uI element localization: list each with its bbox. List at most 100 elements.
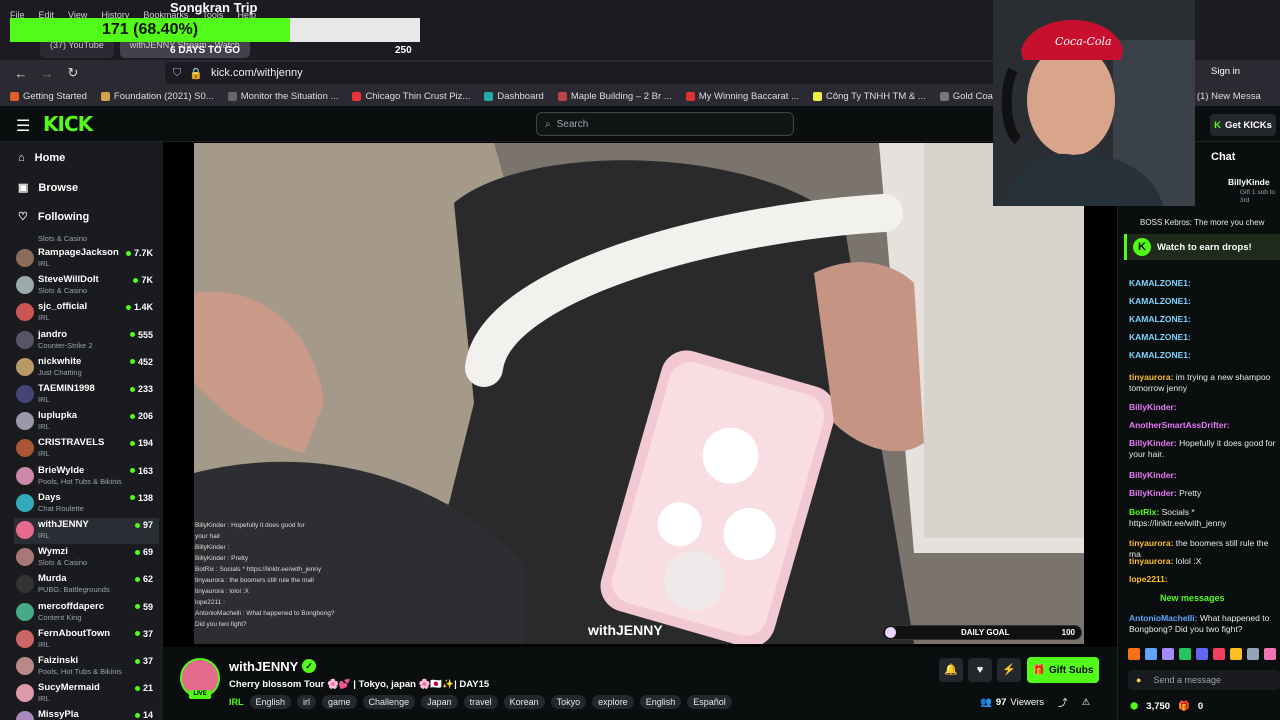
sidebar-channel[interactable]: SucyMermaid IRL 21 [14,681,159,707]
chat-username[interactable]: BillyKinder: [1129,488,1177,498]
bookmark-item[interactable]: (1) New Messa [1183,91,1261,102]
channel-viewers: 59 [134,602,153,612]
avatar [16,575,34,594]
emote-icon[interactable] [1162,648,1174,660]
stream-tag[interactable]: Español [687,695,732,709]
sidebar-channel[interactable]: TAEMIN1998 IRL 233 [14,382,159,408]
stream-tag[interactable]: irl [297,695,317,709]
chat-username[interactable]: tinyaurora: [1129,556,1173,566]
sidebar-item-browse[interactable]: ▣ Browse [18,181,78,195]
lightning-icon[interactable]: ⚡ [997,658,1021,682]
lock-icon[interactable]: 🔒 [189,67,203,80]
sidebar-channel[interactable]: mercoffdaperc Content King 59 [14,600,159,626]
chat-username[interactable]: KAMALZONE1: [1129,350,1191,360]
gift-icon[interactable]: 🎁 [1178,701,1190,712]
goal-progress-bar: 171 (68.40%) [10,18,420,42]
chat-username[interactable]: tinyaurora: [1129,372,1173,382]
category-link[interactable]: IRL [229,695,244,709]
stream-tag[interactable]: English [249,695,292,709]
stream-tag[interactable]: Korean [503,695,545,709]
chat-username[interactable]: KAMALZONE1: [1129,278,1191,288]
search-input[interactable]: ⌕ Search [536,112,794,136]
kick-logo[interactable]: KICK [43,112,93,136]
sidebar-channel[interactable]: jandro Counter-Strike 2 555 [14,328,159,354]
chat-username[interactable]: BillyKinder: [1129,438,1177,448]
chat-username[interactable]: KAMALZONE1: [1129,296,1191,306]
chat-message: KAMALZONE1: [1129,296,1280,307]
emoji-icon[interactable]: ● [1136,675,1141,685]
channel-viewers: 97 [134,520,153,530]
chat-message: BillyKinder: [1129,470,1280,481]
chat-input[interactable]: ● Send a message [1128,670,1280,690]
bell-icon[interactable]: 🔔 [939,658,963,682]
bookmark-item[interactable]: Công Ty TNHH TM & ... [813,91,926,102]
forward-icon[interactable]: → [34,66,60,81]
sidebar-item-home[interactable]: ⌂ Home [18,152,65,164]
sidebar-channel[interactable]: nickwhite Just Chatting 452 [14,355,159,381]
emote-icon[interactable] [1213,648,1225,660]
emote-icon[interactable] [1230,648,1242,660]
back-icon[interactable]: ← [8,66,34,81]
sidebar-item-following[interactable]: ♡ Following [18,210,89,224]
sidebar-channel[interactable]: FernAboutTown IRL 37 [14,627,159,653]
stream-tag[interactable]: travel [463,695,498,709]
stream-tag[interactable]: game [322,695,357,709]
chat-username[interactable]: lope2211: [1129,574,1168,584]
bookmark-item[interactable]: My Winning Baccarat ... [685,91,799,102]
drops-banner[interactable]: K Watch to earn drops! [1124,234,1280,260]
share-icon[interactable]: ⤴ [1058,695,1068,709]
heart-icon[interactable]: ♥ [968,658,992,682]
emote-icon[interactable] [1179,648,1191,660]
chat-username[interactable]: BillyKinder: [1129,470,1177,480]
menu-icon[interactable]: ☰ [16,116,30,136]
sidebar-channel[interactable]: Faizinski Pools, Hot Tubs & Bikinis 37 [14,654,159,680]
sidebar-channel[interactable]: Wymzi Slots & Casino 69 [14,545,159,571]
gift-subs-button[interactable]: 🎁 Gift Subs [1027,657,1099,683]
emote-icon[interactable] [1264,648,1276,660]
browser-sign-in[interactable]: Sign in [1211,66,1240,77]
stream-tag[interactable]: Challenge [362,695,416,709]
gift-count: 0 [1197,701,1204,712]
sidebar-channel[interactable]: luplupka IRL 206 [14,409,159,435]
sidebar-channel[interactable]: withJENNY IRL 97 [14,518,159,544]
stream-tag[interactable]: explore [592,695,634,709]
emote-icon[interactable] [1128,648,1140,660]
avatar [16,385,34,403]
chat-username[interactable]: tinyaurora: [1129,538,1173,548]
reload-icon[interactable]: ↻ [60,65,86,81]
chat-username[interactable]: KAMALZONE1: [1129,314,1191,324]
url-bar[interactable]: ⛉ 🔒 kick.com/withjenny [165,62,1005,84]
chat-username[interactable]: BotRix: [1129,507,1159,517]
home-icon: ⌂ [18,152,25,164]
sidebar-channel[interactable]: MissyPla 14 [14,708,159,720]
get-kicks-button[interactable]: K Get KICKs [1210,114,1276,136]
sidebar-channel[interactable]: Murda PUBG: Battlegrounds 62 [14,572,159,598]
stream-tag[interactable]: Japan [421,695,458,709]
streamer-name[interactable]: withJENNY [229,659,298,674]
stream-tag[interactable]: Tokyo [550,695,587,709]
emote-icon[interactable] [1145,648,1157,660]
sidebar-channel[interactable]: sjc_official IRL 1.4K [14,300,159,326]
bookmark-item[interactable]: Dashboard [484,91,544,102]
shield-icon[interactable]: ⛉ [173,67,181,80]
report-icon[interactable]: ⚠ [1082,697,1091,708]
chat-username[interactable]: KAMALZONE1: [1129,332,1191,342]
stream-tag[interactable]: English [639,695,682,709]
bookmark-item[interactable]: Chicago Thin Crust Piz... [352,91,470,102]
emote-icon[interactable] [1247,648,1259,660]
emote-icon[interactable] [1196,648,1208,660]
sidebar-channel[interactable]: BrieWylde Pools, Hot Tubs & Bikinis 163 [14,464,159,490]
sidebar-channel[interactable]: SteveWillDoIt Slots & Casino 7K [14,273,159,299]
chat-username[interactable]: AnotherSmartAssDrifter: [1129,420,1230,430]
sidebar-channel[interactable]: Days Chat Roulette 138 [14,491,159,517]
bookmark-label: Getting Started [23,90,87,102]
bookmark-item[interactable]: Foundation (2021) S0... [100,91,214,102]
sidebar-channel[interactable]: CRISTRAVELS IRL 194 [14,436,159,462]
bookmark-item[interactable]: Monitor the Situation ... [227,91,338,102]
sidebar-channel[interactable]: RampageJackson IRL 7.7K [14,246,159,272]
bookmark-item[interactable]: Getting Started [10,91,87,102]
bookmark-item[interactable]: Maple Building – 2 Br ... [557,91,672,102]
new-messages-divider[interactable]: New messages [1160,593,1225,603]
chat-username[interactable]: BillyKinder: [1129,402,1177,412]
chat-username[interactable]: AntonioMachelli: [1129,613,1197,623]
